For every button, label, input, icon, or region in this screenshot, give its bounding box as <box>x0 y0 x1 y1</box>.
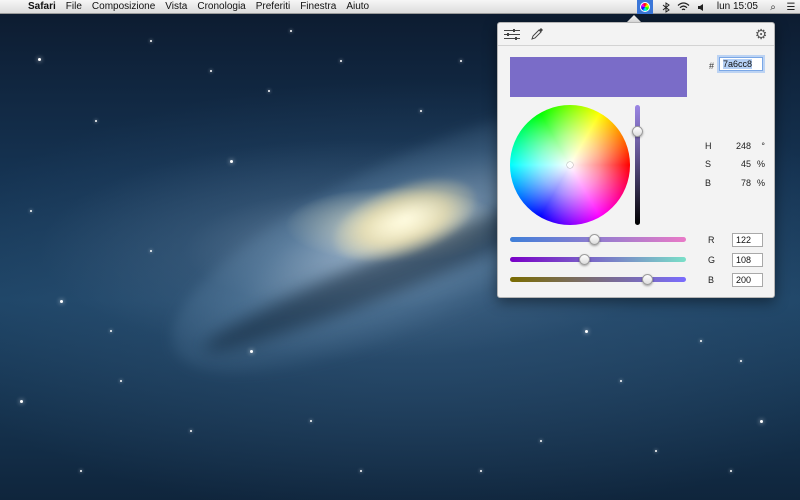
star-2 <box>150 40 152 42</box>
star-27 <box>290 30 292 32</box>
hue-row: H 248 ° <box>705 141 765 151</box>
gear-icon[interactable]: ⚙ <box>754 26 768 42</box>
color-picker-popover: ⚙ # 7a6cc8 H 248 ° S 45 % B 78 % R 122 G… <box>497 22 775 298</box>
wifi-icon[interactable] <box>675 0 693 14</box>
green-label: G <box>708 255 716 265</box>
star-21 <box>480 470 482 472</box>
star-15 <box>150 250 152 252</box>
hue-value[interactable]: 248 <box>725 141 751 151</box>
saturation-label: S <box>705 159 712 169</box>
brightness-row: B 78 % <box>705 178 765 188</box>
menu-vista[interactable]: Vista <box>160 0 192 14</box>
hex-input[interactable]: 7a6cc8 <box>719 57 763 71</box>
star-11 <box>420 110 422 112</box>
star-17 <box>620 380 622 382</box>
blue-slider-knob[interactable] <box>642 274 654 285</box>
blue-slider[interactable] <box>510 277 686 282</box>
sliders-icon[interactable] <box>504 29 520 41</box>
star-13 <box>30 210 32 212</box>
hue-label: H <box>705 141 712 151</box>
star-12 <box>460 60 462 62</box>
notification-center-icon[interactable]: ☰ <box>782 0 800 14</box>
color-wheel-mini-icon <box>639 2 650 12</box>
star-4 <box>268 90 270 92</box>
red-label: R <box>708 235 715 245</box>
brightness-slider[interactable] <box>635 105 640 225</box>
menu-composizione[interactable]: Composizione <box>87 0 160 14</box>
star-26 <box>210 70 212 72</box>
blue-field[interactable]: 200 <box>732 273 763 287</box>
menu-app-safari[interactable]: Safari <box>24 0 61 14</box>
red-field[interactable]: 122 <box>732 233 763 247</box>
star-5 <box>60 300 63 303</box>
star-3 <box>230 160 233 163</box>
star-19 <box>760 420 763 423</box>
menu-cronologia[interactable]: Cronologia <box>192 0 250 14</box>
star-10 <box>340 60 342 62</box>
star-9 <box>310 420 312 422</box>
menu-file[interactable]: File <box>61 0 87 14</box>
menu-finestra[interactable]: Finestra <box>295 0 341 14</box>
star-23 <box>730 470 732 472</box>
hex-value: 7a6cc8 <box>723 59 753 69</box>
star-6 <box>120 380 122 382</box>
brightness-unit: % <box>756 178 765 188</box>
star-8 <box>250 350 253 353</box>
star-14 <box>80 470 82 472</box>
red-slider-knob[interactable] <box>588 234 600 245</box>
spotlight-search-icon[interactable]: ⌕ <box>764 0 782 14</box>
menu-preferiti[interactable]: Preferiti <box>251 0 295 14</box>
star-7 <box>190 430 192 432</box>
menubar-clock[interactable]: lun 15:05 <box>711 0 764 14</box>
star-18 <box>700 340 702 342</box>
color-wheel-marker[interactable] <box>567 162 573 168</box>
blue-label: B <box>708 275 715 285</box>
star-24 <box>360 470 362 472</box>
volume-icon[interactable] <box>693 0 711 14</box>
saturation-unit: % <box>756 159 765 169</box>
hex-label: # <box>709 61 715 71</box>
brightness-label: B <box>705 178 712 188</box>
green-slider-knob[interactable] <box>579 254 591 265</box>
colorpicker-icon[interactable] <box>636 0 653 14</box>
bluetooth-icon[interactable] <box>657 0 675 14</box>
star-22 <box>655 450 657 452</box>
saturation-row: S 45 % <box>705 159 765 169</box>
star-1 <box>95 120 97 122</box>
star-20 <box>540 440 542 442</box>
status-area: lun 15:05 ⌕ ☰ <box>636 0 800 14</box>
eyedropper-icon[interactable] <box>530 27 544 41</box>
brightness-slider-knob[interactable] <box>632 125 643 137</box>
saturation-value[interactable]: 45 <box>725 159 751 169</box>
picker-toolbar: ⚙ <box>498 23 774 46</box>
green-field[interactable]: 108 <box>732 253 763 267</box>
hue-unit: ° <box>761 141 765 151</box>
star-29 <box>740 360 742 362</box>
color-wheel[interactable] <box>510 105 630 225</box>
star-28 <box>110 330 112 332</box>
star-0 <box>38 58 41 61</box>
menu-aiuto[interactable]: Aiuto <box>341 0 374 14</box>
menu-bar: Safari File Composizione Vista Cronologi… <box>0 0 800 14</box>
brightness-value[interactable]: 78 <box>725 178 751 188</box>
star-25 <box>20 400 23 403</box>
green-slider[interactable] <box>510 257 686 262</box>
star-16 <box>585 330 588 333</box>
color-swatch <box>510 57 687 97</box>
